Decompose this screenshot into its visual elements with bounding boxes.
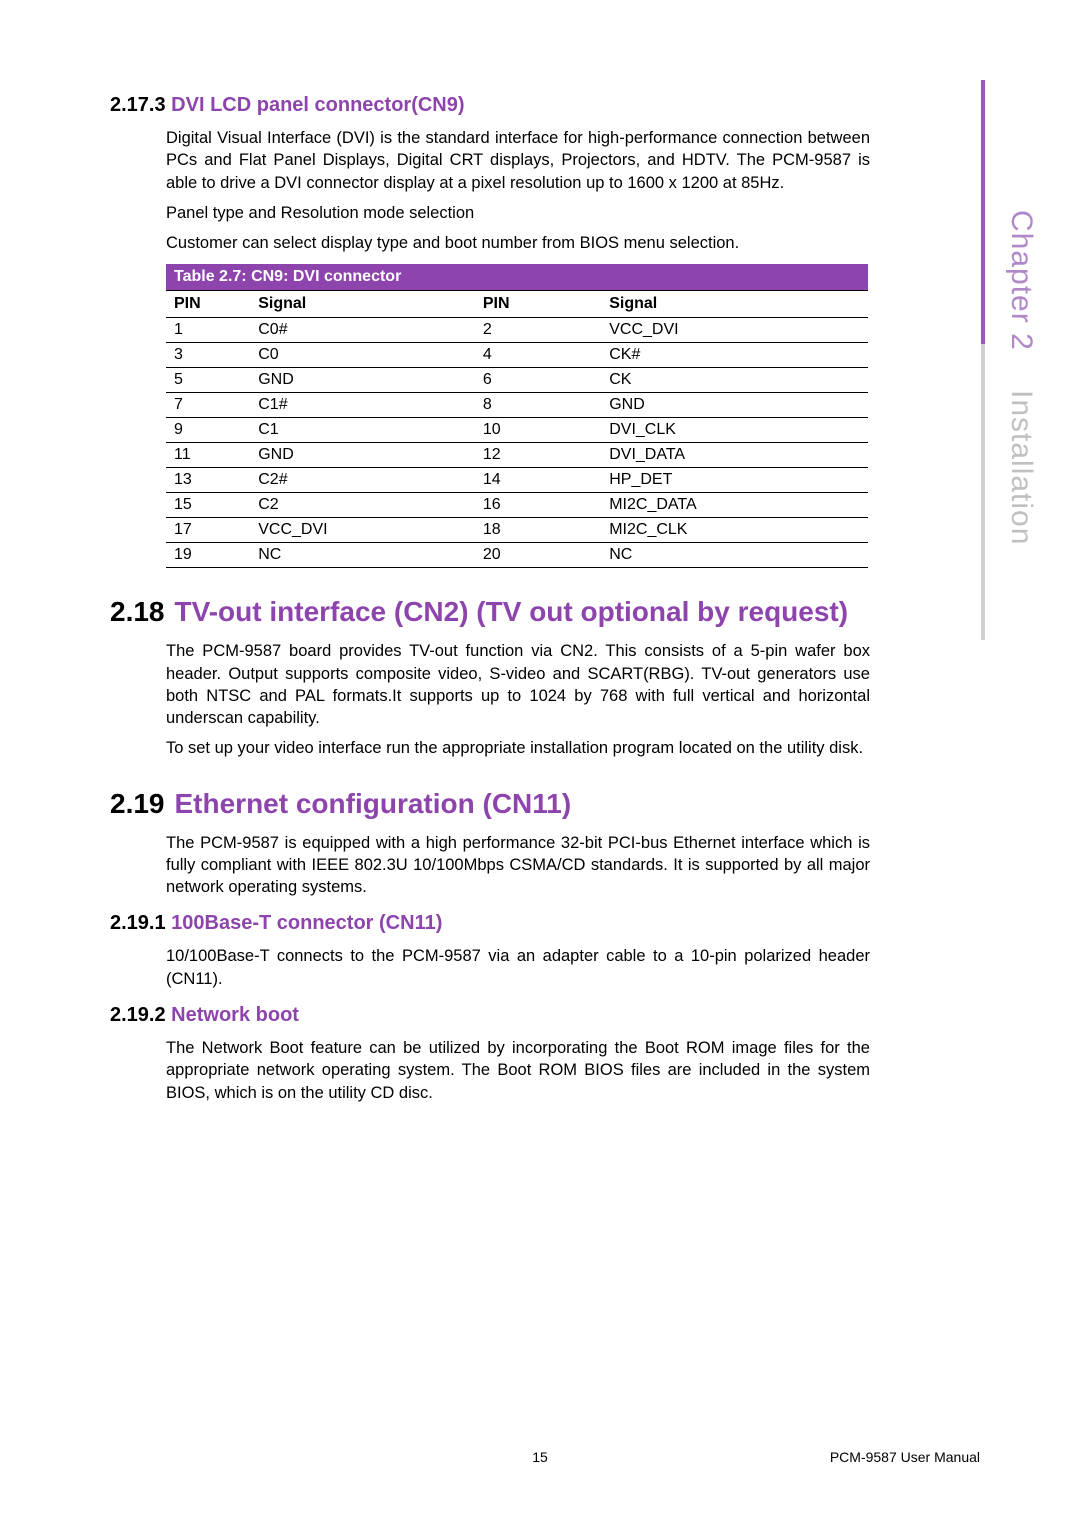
- table-cell: 11: [166, 443, 250, 468]
- table-header-row: PIN Signal PIN Signal: [166, 291, 868, 318]
- table-row: 19NC20NC: [166, 543, 868, 568]
- table-row: 13C2#14HP_DET: [166, 468, 868, 493]
- table-cell: 13: [166, 468, 250, 493]
- table-2-7: Table 2.7: CN9: DVI connector PIN Signal…: [166, 264, 868, 568]
- paragraph: To set up your video interface run the a…: [166, 737, 870, 759]
- paragraph: Digital Visual Interface (DVI) is the st…: [166, 127, 870, 194]
- table-cell: 5: [166, 368, 250, 393]
- table-row: 7C1#8GND: [166, 393, 868, 418]
- table-row: 5GND6CK: [166, 368, 868, 393]
- heading-2-19-1: 2.19.1 100Base-T connector (CN11): [110, 912, 870, 935]
- table-cell: C0#: [250, 318, 475, 343]
- table-row: 1C0#2VCC_DVI: [166, 318, 868, 343]
- content-area: 2.17.3 DVI LCD panel connector(CN9) Digi…: [110, 94, 870, 1104]
- table-cell: DVI_CLK: [601, 418, 868, 443]
- table-cell: C2: [250, 493, 475, 518]
- heading-title: Network boot: [171, 1004, 299, 1026]
- paragraph: Customer can select display type and boo…: [166, 232, 870, 254]
- heading-2-19: 2.19 Ethernet configuration (CN11): [110, 788, 870, 820]
- heading-number: 2.19.1: [110, 912, 166, 934]
- table-cell: DVI_DATA: [601, 443, 868, 468]
- table-cell: 19: [166, 543, 250, 568]
- heading-title: 100Base-T connector (CN11): [171, 912, 442, 934]
- table-cell: 10: [475, 418, 601, 443]
- table-cell: 6: [475, 368, 601, 393]
- side-accent-purple: [981, 80, 985, 344]
- paragraph: The PCM-9587 board provides TV-out funct…: [166, 640, 870, 729]
- col-header: PIN: [475, 291, 601, 318]
- paragraph: Panel type and Resolution mode selection: [166, 202, 870, 224]
- table-cell: 15: [166, 493, 250, 518]
- page: Chapter 2 Installation 2.17.3 DVI LCD pa…: [0, 0, 1080, 1527]
- table-row: 15C216MI2C_DATA: [166, 493, 868, 518]
- col-header: PIN: [166, 291, 250, 318]
- table-cell: 18: [475, 518, 601, 543]
- paragraph: 10/100Base-T connects to the PCM-9587 vi…: [166, 945, 870, 990]
- table-cell: HP_DET: [601, 468, 868, 493]
- table-cell: 7: [166, 393, 250, 418]
- table-cell: 12: [475, 443, 601, 468]
- side-accent-gray: [981, 344, 985, 640]
- table-cell: VCC_DVI: [601, 318, 868, 343]
- table-cell: 20: [475, 543, 601, 568]
- table-cell: C0: [250, 343, 475, 368]
- table-cell: 8: [475, 393, 601, 418]
- table-cell: MI2C_CLK: [601, 518, 868, 543]
- table-cell: CK#: [601, 343, 868, 368]
- heading-2-17-3: 2.17.3 DVI LCD panel connector(CN9): [110, 94, 870, 117]
- heading-number: 2.19: [110, 788, 165, 820]
- col-header: Signal: [250, 291, 475, 318]
- table-cell: NC: [250, 543, 475, 568]
- heading-2-18: 2.18 TV-out interface (CN2) (TV out opti…: [110, 596, 870, 628]
- paragraph: The PCM-9587 is equipped with a high per…: [166, 832, 870, 899]
- heading-title: TV-out interface (CN2) (TV out optional …: [175, 596, 849, 628]
- table-row: 11GND12DVI_DATA: [166, 443, 868, 468]
- heading-2-19-2: 2.19.2 Network boot: [110, 1004, 870, 1027]
- table-cell: C2#: [250, 468, 475, 493]
- page-footer: 15 PCM-9587 User Manual: [100, 1449, 980, 1465]
- table-cell: 2: [475, 318, 601, 343]
- table-caption: Table 2.7: CN9: DVI connector: [166, 264, 868, 291]
- table-cell: 1: [166, 318, 250, 343]
- side-chapter-label: Chapter 2: [1004, 210, 1038, 351]
- table-cell: 16: [475, 493, 601, 518]
- heading-title: DVI LCD panel connector(CN9): [171, 94, 464, 116]
- table-row: 9C110DVI_CLK: [166, 418, 868, 443]
- table-cell: C1#: [250, 393, 475, 418]
- doc-title-footer: PCM-9587 User Manual: [830, 1449, 980, 1465]
- table-cell: GND: [601, 393, 868, 418]
- table-cell: GND: [250, 443, 475, 468]
- table-cell: GND: [250, 368, 475, 393]
- paragraph: The Network Boot feature can be utilized…: [166, 1037, 870, 1104]
- table-cell: 4: [475, 343, 601, 368]
- table-cell: 17: [166, 518, 250, 543]
- heading-number: 2.18: [110, 596, 165, 628]
- table-cell: MI2C_DATA: [601, 493, 868, 518]
- table-cell: C1: [250, 418, 475, 443]
- heading-number: 2.17.3: [110, 94, 166, 116]
- side-tab: Chapter 2 Installation: [978, 80, 1018, 640]
- page-number: 15: [532, 1449, 548, 1465]
- table-cell: NC: [601, 543, 868, 568]
- table-cell: CK: [601, 368, 868, 393]
- table-cell: VCC_DVI: [250, 518, 475, 543]
- table-cell: 9: [166, 418, 250, 443]
- table-row: 17VCC_DVI18MI2C_CLK: [166, 518, 868, 543]
- heading-title: Ethernet configuration (CN11): [175, 788, 572, 820]
- heading-number: 2.19.2: [110, 1004, 166, 1026]
- table-cell: 14: [475, 468, 601, 493]
- table-cell: 3: [166, 343, 250, 368]
- table-row: 3C04CK#: [166, 343, 868, 368]
- side-section-label: Installation: [1004, 390, 1038, 545]
- col-header: Signal: [601, 291, 868, 318]
